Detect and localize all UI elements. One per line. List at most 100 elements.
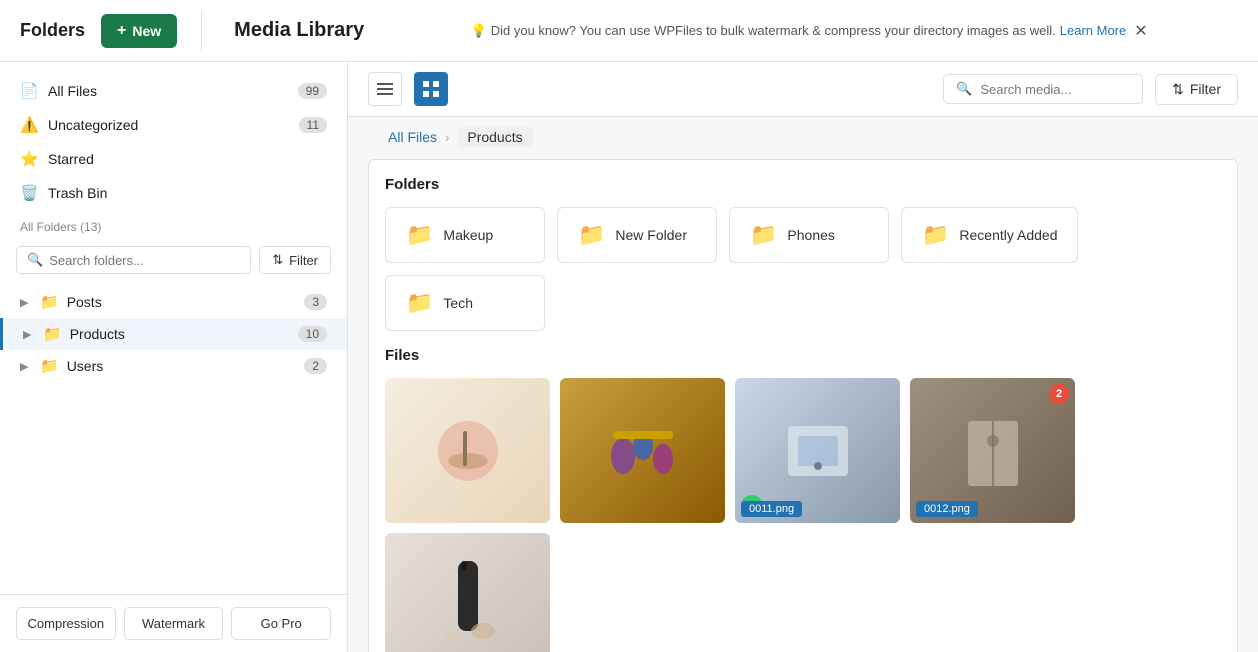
- files-section: Files: [385, 347, 1221, 652]
- sidebar-top: 📄 All Files 99 ⚠️ Uncategorized 11 ⭐ Sta…: [0, 62, 347, 594]
- sidebar-item-uncategorized[interactable]: ⚠️ Uncategorized 11: [0, 108, 347, 142]
- search-icon: 🔍: [27, 252, 43, 268]
- folder-icon: 📁: [750, 222, 777, 248]
- content-area: 🔍 ⇅ Filter All Files › Products Folders: [348, 62, 1258, 652]
- folder-card-tech[interactable]: 📁 Tech: [385, 275, 545, 331]
- sidebar-bottom: Compression Watermark Go Pro: [0, 594, 347, 652]
- folder-icon: 📁: [406, 290, 433, 316]
- folder-name: Recently Added: [959, 227, 1057, 243]
- folder-card-makeup[interactable]: 📁 Makeup: [385, 207, 545, 263]
- media-area: All Files › Products Folders 📁 Makeup 📁 …: [348, 117, 1258, 652]
- sidebar-item-trash[interactable]: 🗑️ Trash Bin 0: [0, 176, 347, 210]
- file-thumb-5[interactable]: [385, 533, 550, 652]
- new-button[interactable]: + New: [101, 14, 177, 48]
- file-thumb-1[interactable]: [385, 378, 550, 523]
- new-button-label: New: [132, 23, 161, 39]
- breadcrumb: All Files › Products: [368, 117, 1238, 147]
- list-icon: [377, 81, 393, 97]
- breadcrumb-separator: ›: [445, 130, 449, 145]
- chevron-icon: ▶: [20, 360, 32, 373]
- starred-icon: ⭐: [20, 150, 38, 168]
- notice-bar: 💡 Did you know? You can use WPFiles to b…: [380, 21, 1238, 41]
- sidebar-item-starred[interactable]: ⭐ Starred 0: [0, 142, 347, 176]
- close-icon[interactable]: ✕: [1134, 21, 1147, 41]
- trash-icon: 🗑️: [20, 184, 38, 202]
- uncategorized-count: 11: [299, 117, 327, 133]
- sidebar-all-files-label: All Files: [48, 83, 288, 99]
- breadcrumb-current: Products: [457, 127, 532, 147]
- search-folders-input-wrap: 🔍: [16, 246, 251, 274]
- files-grid: + 0011.png: [385, 378, 1221, 652]
- search-icon: 🔍: [956, 81, 972, 97]
- sidebar-item-products[interactable]: ▶ 📁 Products 10: [0, 318, 347, 350]
- sidebar-item-posts[interactable]: ▶ 📁 Posts 3: [0, 286, 347, 318]
- sidebar-uncategorized-label: Uncategorized: [48, 117, 289, 133]
- folders-section: Folders 📁 Makeup 📁 New Folder 📁 Phones: [368, 159, 1238, 652]
- filter-icon: ⇅: [1172, 81, 1184, 98]
- search-folders-input[interactable]: [49, 253, 240, 268]
- users-count: 2: [304, 358, 327, 374]
- sidebar-title: Folders: [20, 20, 85, 41]
- folder-name: Makeup: [443, 227, 493, 243]
- notice-icon: 💡: [471, 23, 487, 39]
- file-label-0012: 0012.png: [916, 501, 978, 517]
- folder-card-phones[interactable]: 📁 Phones: [729, 207, 889, 263]
- list-view-button[interactable]: [368, 72, 402, 106]
- breadcrumb-all-files[interactable]: All Files: [388, 129, 437, 145]
- folder-icon: 📁: [406, 222, 433, 248]
- grid-icon: [423, 81, 439, 97]
- file-thumb-2[interactable]: [560, 378, 725, 523]
- main-layout: 📄 All Files 99 ⚠️ Uncategorized 11 ⭐ Sta…: [0, 62, 1258, 652]
- folder-icon: 📁: [43, 325, 62, 343]
- filter-label: Filter: [289, 253, 318, 268]
- folder-card-new-folder[interactable]: 📁 New Folder: [557, 207, 717, 263]
- watermark-button[interactable]: Watermark: [124, 607, 224, 640]
- sidebar-trash-label: Trash Bin: [48, 185, 289, 201]
- learn-more-link[interactable]: Learn More: [1060, 23, 1126, 38]
- folder-icon: 📁: [40, 357, 59, 375]
- filter-main-button[interactable]: ⇅ Filter: [1155, 74, 1238, 105]
- posts-count: 3: [304, 294, 327, 310]
- content-toolbar: 🔍 ⇅ Filter: [348, 62, 1258, 117]
- folder-card-recently-added[interactable]: 📁 Recently Added: [901, 207, 1078, 263]
- notice-text: Did you know? You can use WPFiles to bul…: [491, 23, 1056, 38]
- chevron-icon: ▶: [23, 328, 35, 341]
- sidebar: 📄 All Files 99 ⚠️ Uncategorized 11 ⭐ Sta…: [0, 62, 348, 652]
- folders-grid: 📁 Makeup 📁 New Folder 📁 Phones 📁 Recentl…: [385, 207, 1221, 331]
- sidebar-item-all-files[interactable]: 📄 All Files 99: [0, 74, 347, 108]
- filter-folders-button[interactable]: ⇅ Filter: [259, 246, 331, 274]
- folder-name: Phones: [787, 227, 834, 243]
- products-count: 10: [298, 326, 327, 342]
- search-media-input[interactable]: [980, 82, 1120, 97]
- media-library-title: Media Library: [234, 19, 364, 42]
- folder-name: Tech: [443, 295, 473, 311]
- plus-icon: +: [117, 22, 126, 40]
- compression-button[interactable]: Compression: [16, 607, 116, 640]
- folder-icon: 📁: [922, 222, 949, 248]
- file-thumb-3[interactable]: + 0011.png: [735, 378, 900, 523]
- file-badge-count: 2: [1049, 384, 1069, 404]
- filter-main-label: Filter: [1190, 81, 1221, 97]
- file-label-0011: 0011.png: [741, 501, 802, 517]
- folder-name: New Folder: [615, 227, 687, 243]
- users-label: Users: [67, 358, 297, 374]
- file-preview-icon: [593, 401, 693, 501]
- file-preview-icon: [953, 411, 1033, 491]
- file-preview-icon: [428, 556, 508, 652]
- all-files-count: 99: [298, 83, 327, 99]
- top-bar: Folders + New Media Library 💡 Did you kn…: [0, 0, 1258, 62]
- search-filter-bar: 🔍 ⇅ Filter: [0, 238, 347, 286]
- grid-view-button[interactable]: [414, 72, 448, 106]
- go-pro-button[interactable]: Go Pro: [231, 607, 331, 640]
- search-media-wrap: 🔍: [943, 74, 1143, 104]
- sidebar-item-users[interactable]: ▶ 📁 Users 2: [0, 350, 347, 382]
- divider: [201, 11, 202, 51]
- sidebar-starred-label: Starred: [48, 151, 289, 167]
- products-label: Products: [70, 326, 290, 342]
- file-thumb-4[interactable]: 2 0012.png: [910, 378, 1075, 523]
- all-folders-label: All Folders (13): [0, 210, 347, 238]
- folder-icon: 📁: [40, 293, 59, 311]
- chevron-icon: ▶: [20, 296, 32, 309]
- filter-icon: ⇅: [272, 252, 283, 268]
- file-preview-icon: [428, 411, 508, 491]
